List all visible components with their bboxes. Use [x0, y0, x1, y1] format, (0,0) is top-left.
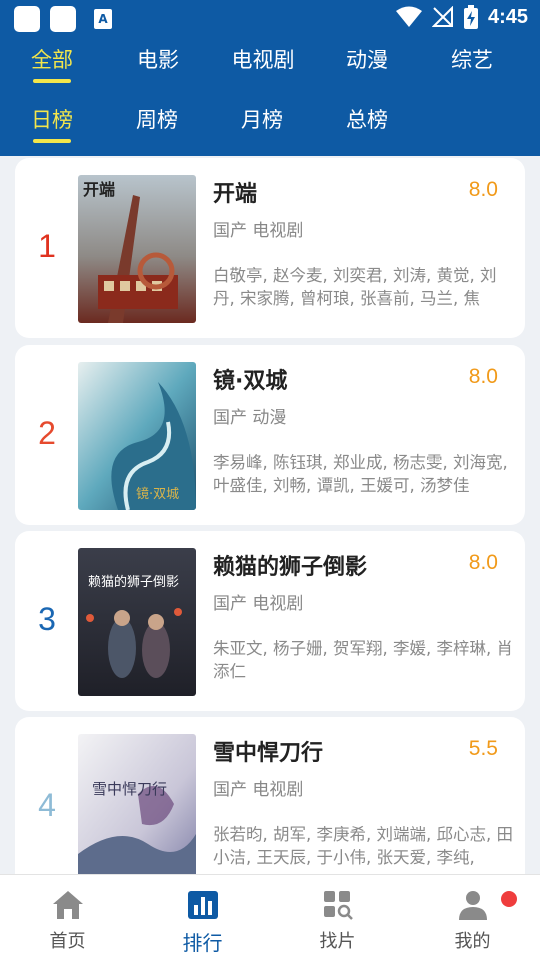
notification-icon [50, 6, 76, 32]
tab-weekly[interactable]: 周榜 [127, 104, 187, 134]
battery-icon [463, 5, 478, 29]
item-score: 8.0 [468, 178, 498, 201]
profile-icon [458, 891, 487, 920]
top-header: A 4:45 全部 电影 电视剧 动漫 综艺 日榜 周榜 月榜 总榜 [0, 0, 540, 156]
item-title: 雪中悍刀行 [213, 741, 324, 766]
notification-badge [501, 891, 517, 907]
rank-number: 1 [38, 228, 56, 264]
tab-variety[interactable]: 综艺 [442, 44, 502, 74]
notification-icon [14, 6, 40, 32]
tab-daily[interactable]: 日榜 [22, 104, 82, 134]
poster-image: 雪中悍刀行 [78, 734, 196, 874]
ranking-card[interactable]: 1 开端 开端 8.0 国产 电视剧 白敬亭, 赵今麦, 刘奕君, 刘涛, 黄觉… [15, 158, 525, 338]
period-tabs: 日榜 周榜 月榜 总榜 [0, 104, 540, 144]
wifi-icon [395, 6, 422, 27]
item-score: 8.0 [468, 365, 498, 388]
rank-number: 4 [38, 787, 56, 823]
tab-tv-series[interactable]: 电视剧 [226, 44, 300, 74]
ranking-card[interactable]: 3 赖猫的狮子倒影 赖猫的狮子倒影 8.0 国产 电视剧 朱亚文, 杨子姗, 贺… [15, 531, 525, 711]
svg-text:开端: 开端 [83, 180, 115, 199]
item-meta: 国产 电视剧 [213, 594, 304, 614]
ranking-icon [187, 891, 218, 919]
ranking-card[interactable]: 4 雪中悍刀行 雪中悍刀行 5.5 国产 电视剧 张若昀, 胡军, 李庚希, 刘… [15, 717, 525, 874]
poster-image: 镜·双城 [78, 362, 196, 510]
nav-label: 我的 [454, 931, 491, 952]
svg-text:雪中悍刀行: 雪中悍刀行 [92, 780, 167, 798]
tab-movie[interactable]: 电影 [128, 44, 188, 74]
poster-image: 赖猫的狮子倒影 [78, 548, 196, 696]
ranking-card[interactable]: 2 镜·双城 镜·双城 8.0 国产 动漫 李易峰, 陈钰琪, 郑业成, 杨志雯… [15, 345, 525, 525]
nav-find[interactable]: 找片 [270, 875, 405, 960]
nav-ranking[interactable]: 排行 [135, 875, 270, 960]
no-signal-icon [431, 6, 453, 27]
nav-label: 首页 [49, 931, 86, 952]
item-meta: 国产 电视剧 [213, 221, 304, 241]
rank-number: 3 [38, 601, 56, 637]
item-cast: 朱亚文, 杨子姗, 贺军翔, 李媛, 李梓琳, 肖添仁 [213, 639, 513, 681]
svg-text:赖猫的狮子倒影: 赖猫的狮子倒影 [88, 574, 179, 590]
item-cast: 白敬亭, 赵今麦, 刘奕君, 刘涛, 黄觉, 刘丹, 宋家腾, 曾柯琅, 张喜前… [213, 266, 497, 308]
tab-all[interactable]: 全部 [22, 44, 82, 74]
clock: 4:45 [487, 5, 528, 28]
item-meta: 国产 电视剧 [213, 780, 304, 800]
active-tab-indicator [33, 139, 71, 143]
category-tabs: 全部 电影 电视剧 动漫 综艺 [0, 44, 540, 84]
item-title: 赖猫的狮子倒影 [213, 555, 368, 580]
item-title: 镜·双城 [213, 369, 288, 394]
nav-profile[interactable]: 我的 [405, 875, 540, 960]
svg-text:镜·双城: 镜·双城 [136, 487, 179, 502]
item-score: 8.0 [468, 551, 498, 574]
poster-image: 开端 [78, 175, 196, 323]
home-icon [52, 891, 83, 919]
item-cast: 李易峰, 陈钰琪, 郑业成, 杨志雯, 刘海宽, 叶盛佳, 刘畅, 谭凯, 王媛… [213, 453, 508, 495]
status-bar: A 4:45 [0, 0, 540, 36]
item-meta: 国产 动漫 [213, 408, 287, 428]
item-score: 5.5 [468, 737, 498, 760]
nav-home[interactable]: 首页 [0, 875, 135, 960]
active-tab-indicator [33, 79, 71, 83]
bottom-navigation: 首页 排行 找片 我的 [0, 874, 540, 960]
rank-number: 2 [38, 415, 56, 451]
tab-anime[interactable]: 动漫 [337, 44, 397, 74]
item-title: 开端 [213, 182, 258, 207]
ranking-list: 1 开端 开端 8.0 国产 电视剧 白敬亭, 赵今麦, 刘奕君, 刘涛, 黄觉… [0, 156, 540, 874]
item-cast: 张若昀, 胡军, 李庚希, 刘端端, 邱心志, 田小洁, 王天辰, 于小伟, 张… [213, 825, 513, 867]
find-icon [323, 891, 353, 920]
tab-all-time[interactable]: 总榜 [337, 104, 397, 134]
tab-monthly[interactable]: 月榜 [232, 104, 292, 134]
nav-label: 排行 [182, 931, 223, 955]
app-notification-icon: A [94, 9, 112, 29]
nav-label: 找片 [319, 931, 356, 952]
